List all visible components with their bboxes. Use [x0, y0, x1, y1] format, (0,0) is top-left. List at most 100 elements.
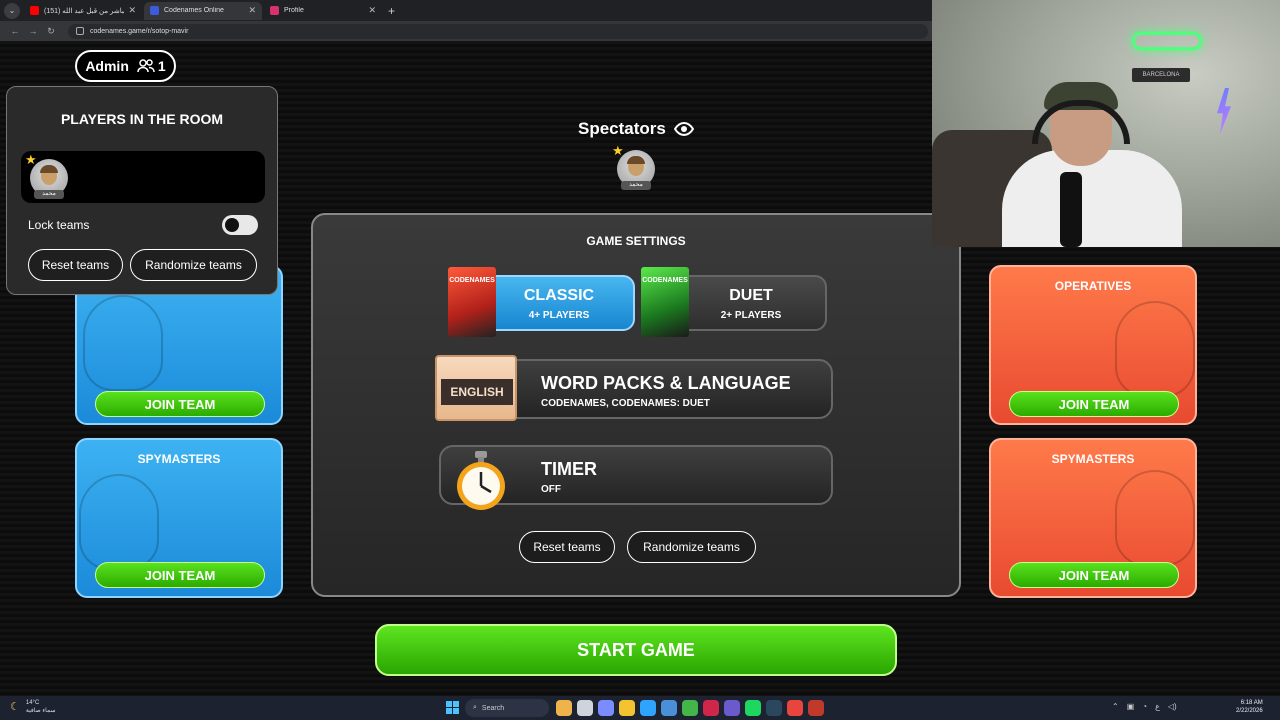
game-settings-panel: GAME SETTINGS CLASSIC 4+ PLAYERS CODENAM… — [311, 213, 961, 597]
box-label: CODENAMES — [642, 277, 688, 284]
mode-players: 4+ PLAYERS — [528, 310, 590, 321]
youtube-icon — [30, 6, 39, 15]
admin-label: Admin — [85, 58, 129, 74]
moon-icon: ☾ — [10, 701, 20, 713]
obs-icon[interactable] — [808, 700, 824, 716]
timer-setting[interactable]: TIMER OFF — [439, 445, 833, 510]
classic-box-art: CODENAMES — [448, 267, 496, 337]
red-operatives-card: OPERATIVES JOIN TEAM — [989, 265, 1197, 425]
taskbar-search[interactable]: ⌕ Search — [465, 699, 549, 717]
reload-icon[interactable]: ↻ — [42, 26, 60, 37]
weather-widget[interactable]: ☾ 14°C سماء صافية — [10, 699, 56, 715]
red-spymaster-illustration — [1115, 470, 1195, 566]
windows-start-icon[interactable] — [446, 701, 459, 714]
volume-icon[interactable]: ◁) — [1168, 702, 1177, 711]
wps-icon[interactable] — [703, 700, 719, 716]
nvidia-icon[interactable]: ▣ — [1127, 702, 1135, 711]
edge-icon[interactable] — [640, 700, 656, 716]
player-count: 1 — [157, 58, 166, 74]
popup-title: PLAYERS IN THE ROOM — [60, 111, 224, 127]
start-game-button[interactable]: START GAME — [375, 624, 897, 676]
eye-icon — [673, 122, 694, 136]
copilot-icon[interactable] — [598, 700, 614, 716]
codenames-icon — [150, 6, 159, 15]
steam-icon[interactable] — [766, 700, 782, 716]
blue-spymasters-join-button[interactable]: JOIN TEAM — [95, 562, 265, 588]
player-name: محمد — [34, 190, 64, 199]
taskbar-clock[interactable]: 6:18 AM 2/22/2026 — [1236, 699, 1263, 715]
randomize-teams-button[interactable]: Randomize teams — [130, 249, 257, 281]
tab-youtube[interactable]: (151) بث مباشر من قبل عبد الله - .. ✕ — [24, 2, 142, 20]
tab-codenames[interactable]: Codenames Online ✕ — [144, 1, 262, 20]
address-bar-row: ← → ↻ codenames.game/r/sotop-mavir — [0, 21, 932, 41]
settings-title: GAME SETTINGS — [586, 234, 686, 248]
neon-sign — [1132, 32, 1202, 50]
task-view-icon[interactable] — [577, 700, 593, 716]
mode-players: 2+ PLAYERS — [720, 310, 782, 321]
setting-title: TIMER — [541, 459, 597, 479]
language-badge-text: ENGLISH — [441, 379, 513, 405]
reset-teams-button[interactable]: Reset teams — [28, 249, 123, 281]
red-spymasters-join-button[interactable]: JOIN TEAM — [1009, 562, 1179, 588]
red-spymasters-card: SPYMASTERS JOIN TEAM — [989, 438, 1197, 598]
spotify-icon[interactable] — [745, 700, 761, 716]
chrome-icon[interactable] — [787, 700, 803, 716]
players-in-room-popup: PLAYERS IN THE ROOM ★ محمد Lock teams Re… — [6, 86, 278, 295]
red-operatives-join-button[interactable]: JOIN TEAM — [1009, 391, 1179, 417]
screen: ⌄ (151) بث مباشر من قبل عبد الله - .. ✕ … — [0, 0, 1280, 720]
webcam-overlay: BARCELONA — [932, 0, 1280, 247]
mode-name: CLASSIC — [523, 287, 595, 304]
search-label: Search — [481, 704, 505, 712]
store-icon[interactable] — [661, 700, 677, 716]
players-icon — [137, 59, 155, 73]
site-info-icon[interactable] — [76, 27, 84, 35]
file-explorer-icon[interactable] — [619, 700, 635, 716]
stopwatch-icon — [457, 451, 505, 510]
blue-operative-illustration — [83, 295, 163, 391]
blue-operatives-join-button[interactable]: JOIN TEAM — [95, 391, 265, 417]
back-icon[interactable]: ← — [6, 26, 24, 36]
box-label: CODENAMES — [449, 277, 495, 284]
admin-button[interactable]: Admin 1 — [75, 50, 176, 82]
tray-chevron-icon[interactable]: ⌃ — [1112, 702, 1119, 711]
profile-icon — [270, 6, 279, 15]
new-tab-button[interactable]: + — [388, 4, 395, 18]
close-icon[interactable]: ✕ — [248, 5, 256, 16]
close-icon[interactable]: ✕ — [128, 5, 136, 16]
lightning-neon-icon — [1217, 88, 1231, 134]
discord-icon[interactable] — [724, 700, 740, 716]
setting-value: OFF — [541, 484, 561, 495]
randomize-teams-button[interactable]: Randomize teams — [627, 531, 756, 563]
setting-title: WORD PACKS & LANGUAGE — [541, 373, 791, 393]
time: 6:18 AM — [1240, 700, 1263, 706]
close-icon[interactable]: ✕ — [368, 5, 376, 16]
blue-spymasters-card: SPYMASTERS JOIN TEAM — [75, 438, 283, 598]
lock-teams-toggle[interactable] — [222, 215, 258, 235]
tab-search-icon[interactable]: ⌄ — [4, 2, 20, 19]
streamer-body — [1002, 150, 1182, 247]
language-indicator[interactable]: ع — [1155, 702, 1160, 711]
admin-star-icon: ★ — [25, 152, 37, 167]
url-field[interactable]: codenames.game/r/sotop-mavir — [68, 23, 928, 39]
word-packs-setting[interactable]: ENGLISH WORD PACKS & LANGUAGE CODENAMES,… — [435, 355, 833, 421]
player-slot: ★ محمد — [21, 151, 265, 203]
card-title: SPYMASTERS — [1051, 452, 1135, 466]
wifi-icon[interactable]: ◔ — [1142, 702, 1147, 711]
card-title: SPYMASTERS — [137, 452, 221, 466]
spectators-title: Spectators — [578, 119, 666, 138]
system-tray: ⌃ ▣ ◔ ع ◁) — [1112, 702, 1177, 711]
forward-icon[interactable]: → — [24, 26, 42, 36]
tab-title: (151) بث مباشر من قبل عبد الله - .. — [44, 7, 124, 15]
avatar[interactable]: ★ محمد — [25, 152, 70, 199]
xbox-icon[interactable] — [682, 700, 698, 716]
duet-box-art: CODENAMES — [641, 267, 689, 337]
reset-teams-button[interactable]: Reset teams — [519, 531, 615, 563]
widgets-icon[interactable] — [556, 700, 572, 716]
lock-teams-label: Lock teams — [28, 218, 90, 232]
setting-value: CODENAMES, CODENAMES: DUET — [541, 398, 710, 409]
microphone — [1060, 172, 1082, 247]
spectators-heading: Spectators — [578, 119, 694, 139]
tab-title: Codenames Online — [164, 7, 224, 14]
tab-profile[interactable]: Profile ✕ — [264, 2, 382, 20]
spectator-avatar[interactable]: ★ محمد — [612, 143, 657, 190]
